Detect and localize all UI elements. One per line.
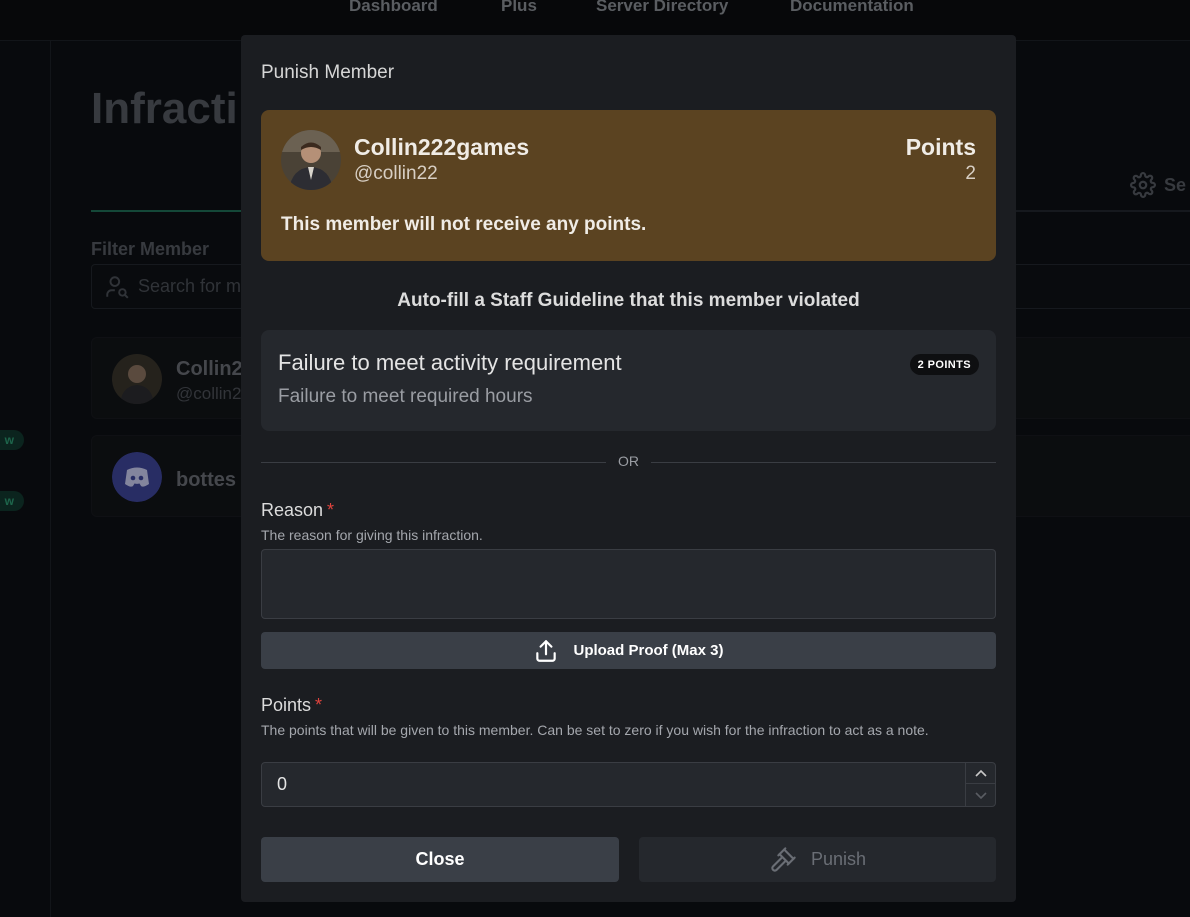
reason-label: Reason * [261,500,334,521]
points-value: 2 [965,163,976,184]
increment-button[interactable] [966,763,995,784]
punish-label: Punish [810,849,867,869]
avatar [281,130,341,190]
points-label: Points [905,134,976,160]
points-input[interactable] [262,763,962,806]
member-summary-card: Collin222games @collin22 Points 2 This m… [261,110,996,261]
points-stepper [965,763,995,806]
guideline-title: Failure to meet activity requirement [278,350,622,375]
autofill-heading: Auto-fill a Staff Guideline that this me… [397,290,860,311]
or-divider: OR [261,453,996,471]
or-text: OR [618,453,639,469]
points-field-label: Points * [261,695,322,716]
upload-proof-label: Upload Proof (Max 3) [573,642,724,659]
required-mark: * [327,500,335,520]
guideline-subtitle: Failure to meet required hours [278,386,533,407]
modal-title: Punish Member [261,62,395,83]
points-number-field [261,762,996,807]
reason-input[interactable] [261,549,996,619]
chevron-down-icon [974,791,987,799]
upload-proof-button[interactable]: Upload Proof (Max 3) [261,632,996,669]
punish-button[interactable]: Punish [639,837,996,882]
gavel-icon [771,846,796,872]
reason-description: The reason for giving this infraction. [261,527,483,543]
chevron-up-icon [974,769,987,777]
close-button[interactable]: Close [261,837,619,882]
staff-guideline-option[interactable]: Failure to meet activity requirement Fai… [261,330,996,431]
decrement-button[interactable] [966,785,995,806]
upload-icon [536,639,557,662]
member-name: Collin222games [354,134,530,160]
points-label-text: Points [261,695,312,715]
guideline-points-badge: 2 POINTS [909,354,979,375]
member-handle: @collin22 [354,163,438,184]
required-mark: * [315,695,323,715]
points-notice: This member will not receive any points. [281,214,647,235]
reason-label-text: Reason [261,500,324,520]
divider-line [651,462,996,463]
punish-member-modal: Punish Member Collin222games @collin22 P… [241,35,1016,902]
points-description: The points that will be given to this me… [261,722,929,738]
